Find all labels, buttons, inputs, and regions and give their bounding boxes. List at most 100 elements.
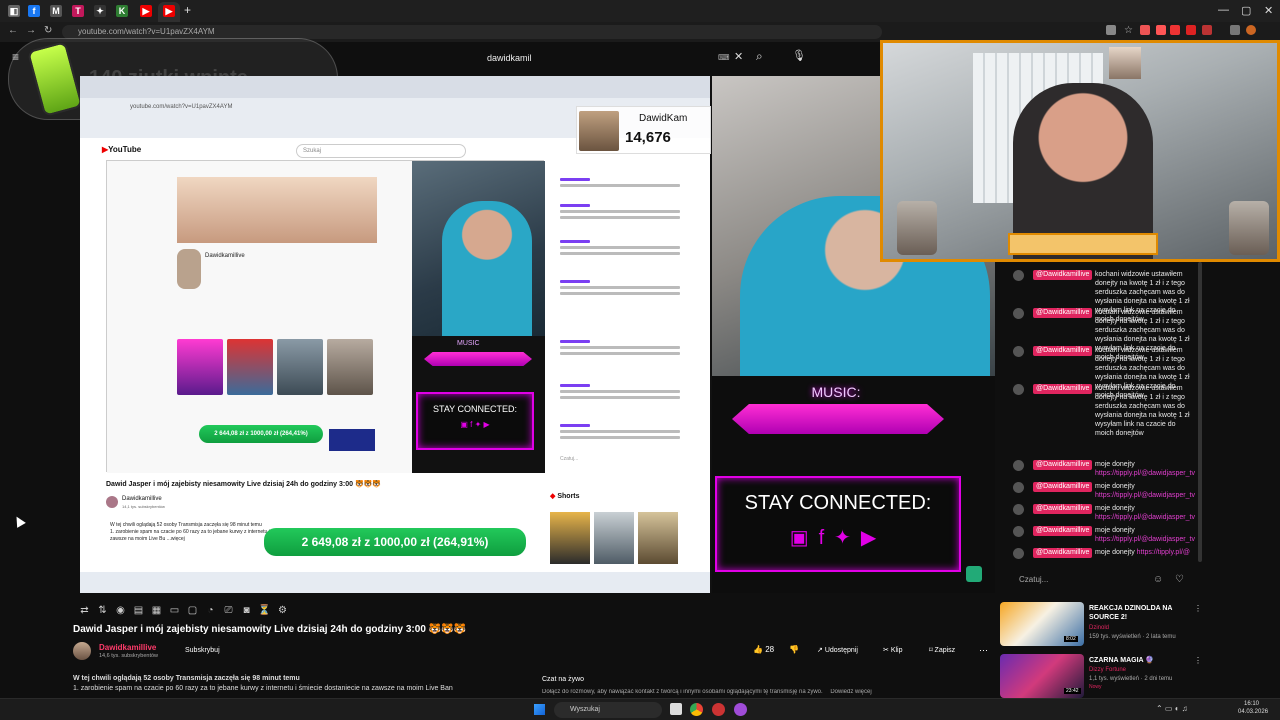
- chat-input[interactable]: Czatuj...: [1011, 570, 1191, 590]
- chat-text: moje donejty https://tipply.pl/@dawidjas…: [1095, 526, 1195, 544]
- camera-icon[interactable]: ◙: [240, 605, 253, 616]
- search-icon[interactable]: ⌕: [756, 49, 763, 64]
- channel-avatar[interactable]: [73, 642, 91, 660]
- url-field[interactable]: youtube.com/watch?v=U1pavZX4AYM: [62, 25, 882, 39]
- youtube-tab-icon[interactable]: ▶: [140, 5, 152, 17]
- taskbar-app-discord[interactable]: [734, 703, 747, 716]
- chat-avatar: [1013, 504, 1024, 515]
- chat-link[interactable]: https://tipply.pl/@dawidjasper_tv: [1095, 470, 1195, 477]
- rec-menu-icon[interactable]: ⋮: [1194, 656, 1202, 665]
- speed-icon[interactable]: ◔: [204, 605, 217, 616]
- chat-author[interactable]: @Dawidkamillive: [1033, 482, 1093, 492]
- taskbar-app-chrome[interactable]: [690, 703, 703, 716]
- rec-duration: 23:42: [1064, 688, 1081, 694]
- sort-icon[interactable]: ⇅: [96, 605, 109, 616]
- theater-icon[interactable]: ▢: [186, 605, 199, 616]
- emoji-icon[interactable]: ☺: [1153, 574, 1163, 585]
- forward-icon[interactable]: →: [26, 25, 36, 36]
- playlist-icon[interactable]: ▦: [150, 605, 163, 616]
- bookmark-star-icon[interactable]: ☆: [1124, 25, 1133, 36]
- caption-icon[interactable]: ▤: [132, 605, 145, 616]
- live-chat-more[interactable]: Dowiedz więcej: [830, 689, 871, 695]
- dislike-button[interactable]: 👎: [789, 645, 799, 654]
- extensions-puzzle-icon[interactable]: [1230, 25, 1240, 35]
- settings-icon[interactable]: ⚙: [276, 605, 289, 616]
- close-window-icon[interactable]: ✕: [1264, 4, 1273, 17]
- recommendation-item[interactable]: 8:02 REAKCJA DZINOLDA NA SOURCE 2! Dzino…: [1000, 602, 1210, 650]
- video-player[interactable]: youtube.com/watch?v=U1pavZX4AYM ▶YouTube…: [80, 76, 995, 593]
- chat-link[interactable]: https://tipply.pl/@dawidjasper_tv: [1095, 536, 1195, 543]
- clock-date[interactable]: 04.03.2026: [1238, 709, 1268, 715]
- chat-link[interactable]: https://tipply.pl/@dawidjasper_tv: [1095, 514, 1195, 521]
- tab-1-icon[interactable]: ◧: [8, 5, 20, 17]
- chat-author[interactable]: @Dawidkamillive: [1033, 308, 1093, 318]
- subscribe-button[interactable]: Subskrybuj: [185, 647, 220, 654]
- taskbar-app-explorer[interactable]: [670, 703, 682, 715]
- reload-icon[interactable]: ↻: [44, 25, 52, 36]
- clock-time[interactable]: 16:10: [1244, 701, 1259, 707]
- extension-icon-5[interactable]: [1186, 25, 1196, 35]
- extension-icon-3[interactable]: [1156, 25, 1166, 35]
- save-button[interactable]: ⌑ Zapisz: [929, 646, 955, 654]
- heart-icon[interactable]: ♡: [1175, 574, 1184, 585]
- chat-author[interactable]: @Dawidkamillive: [1033, 548, 1093, 558]
- inner-channel-page: Dawidkamillive 2 644,08 zł z 1000,00 zł …: [107, 161, 412, 473]
- inner-music-bar: [424, 352, 532, 366]
- keyboard-icon[interactable]: ⌨: [718, 53, 730, 62]
- extension-icon-4[interactable]: [1170, 25, 1180, 35]
- inner-thumb-4: [327, 339, 373, 395]
- new-tab-icon[interactable]: +: [184, 3, 191, 17]
- miniplayer-icon[interactable]: ▭: [168, 605, 181, 616]
- inner-chat-input: Czatuj...: [560, 456, 579, 462]
- taskbar-search[interactable]: Wyszukaj: [554, 702, 662, 718]
- rec-menu-icon[interactable]: ⋮: [1194, 604, 1202, 613]
- microphone-icon[interactable]: 🎙: [792, 49, 806, 62]
- chat-author[interactable]: @Dawidkamillive: [1033, 526, 1093, 536]
- clip-button[interactable]: ✂ Klip: [883, 646, 903, 654]
- like-button[interactable]: 👍 28: [753, 645, 774, 654]
- tab-5-icon[interactable]: ✦: [94, 5, 106, 17]
- chat-author[interactable]: @Dawidkamillive: [1033, 346, 1093, 356]
- start-button[interactable]: [534, 704, 545, 715]
- chat-author[interactable]: @Dawidkamillive: [1033, 270, 1093, 280]
- taskbar-app-2[interactable]: [712, 703, 725, 716]
- search-input[interactable]: dawidkamil: [470, 47, 750, 69]
- chat-author[interactable]: @Dawidkamillive: [1033, 460, 1093, 470]
- rec-new-badge: Nowy: [1089, 684, 1102, 690]
- recommendation-item[interactable]: 23:42 CZARNA MAGIA 🔮 Dizzy Fortune 1,1 t…: [1000, 654, 1210, 702]
- extension-icon-1[interactable]: [1106, 25, 1116, 35]
- chat-link[interactable]: https://tipply.pl/@: [1137, 549, 1190, 556]
- profile-avatar-icon[interactable]: [1246, 25, 1256, 35]
- screenshot-icon[interactable]: ⎚: [222, 605, 235, 616]
- chat-link[interactable]: https://tipply.pl/@dawidjasper_tv: [1095, 492, 1195, 499]
- maximize-icon[interactable]: ▢: [1241, 4, 1251, 17]
- extension-icon-6[interactable]: [1202, 25, 1212, 35]
- chat-author[interactable]: @Dawidkamillive: [1033, 384, 1093, 394]
- tray-icons[interactable]: ⌃ ▭ ◐ ♫: [1156, 704, 1188, 713]
- youtube-active-tab-icon[interactable]: ▶: [163, 5, 175, 17]
- loop-icon[interactable]: ⇄: [78, 605, 91, 616]
- facebook-tab-icon[interactable]: f: [28, 5, 40, 17]
- inner-taskbar: [80, 572, 710, 593]
- chat-text: moje donejty https://tipply.pl/@: [1095, 548, 1195, 557]
- clear-search-icon[interactable]: ✕: [734, 50, 743, 63]
- gmail-tab-icon[interactable]: M: [50, 5, 62, 17]
- more-actions-icon[interactable]: ⋯: [979, 645, 988, 656]
- share-button[interactable]: ↗ Udostępnij: [817, 646, 858, 654]
- chat-scrollbar[interactable]: [1198, 262, 1202, 562]
- video-description[interactable]: W tej chwili oglądają 52 osoby Transmisj…: [73, 674, 473, 694]
- audio-icon[interactable]: ◉: [114, 605, 127, 616]
- back-icon[interactable]: ←: [8, 25, 18, 36]
- tab-4-icon[interactable]: T: [72, 5, 84, 17]
- minimize-icon[interactable]: —: [1218, 4, 1229, 16]
- chat-author[interactable]: @Dawidkamillive: [1033, 504, 1093, 514]
- chat-message: @Dawidkamillive kochani widzowie ustawił…: [1013, 270, 1193, 323]
- inner-chat-line: [560, 430, 680, 433]
- filter-icon[interactable]: ⏳: [258, 605, 271, 616]
- tab-6-icon[interactable]: K: [116, 5, 128, 17]
- inner-sunglasses-photo: [177, 177, 377, 243]
- channel-name[interactable]: Dawidkamillive: [99, 643, 156, 652]
- live-chat-panel: @Dawidkamillive kochani widzowie ustawił…: [1003, 262, 1199, 596]
- inner-chat-name: [560, 384, 590, 387]
- extension-icon-2[interactable]: [1140, 25, 1150, 35]
